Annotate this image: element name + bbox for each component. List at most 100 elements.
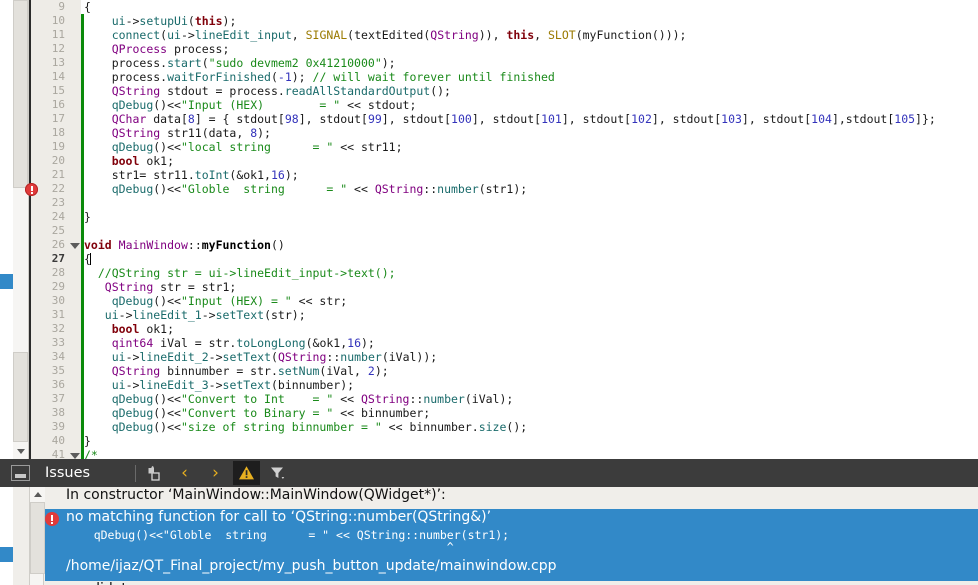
code-token: str = str1; [153,280,237,294]
code-token: (); [430,84,451,98]
code-line[interactable]: QProcess process; [84,42,230,56]
code-token: ]}; [915,112,936,126]
issue-row[interactable]: candidates are: [45,581,978,585]
code-line[interactable]: void MainWindow::myFunction() [84,238,285,252]
copy-issue-button[interactable] [140,461,167,485]
code-token: void [84,238,112,252]
code-line[interactable]: qint64 iVal = str.toLongLong(&ok1,16); [84,336,375,350]
code-line[interactable]: str1= str11.toInt(&ok1,16); [84,168,299,182]
code-line[interactable]: { [84,0,91,14]
code-line[interactable]: ui->lineEdit_3->setText(binnumber); [84,378,354,392]
code-text-area[interactable]: { ui->setupUi(this); connect(ui->lineEdi… [84,0,978,459]
code-line[interactable]: //QString str = ui->lineEdit_input->text… [84,266,396,280]
line-number: 36 [51,378,65,391]
code-token: qDebug [111,420,154,434]
code-line[interactable]: qDebug()<<"Globle string = " << QString:… [84,182,527,196]
line-number-gutter[interactable]: 9 10 11 12 13 14 15 16 17 18 19 20 21 22 23 24 25 26 27 28 2… [31,0,68,459]
issues-vertical-scrollbar[interactable] [29,487,45,585]
code-token: << [333,392,361,406]
filter-button[interactable] [264,461,291,485]
code-line[interactable]: qDebug()<<"size of string binnumber = " … [84,420,527,434]
code-token: ()<< [153,420,181,434]
code-editor[interactable]: 9 10 11 12 13 14 15 16 17 18 19 20 21 22 23 24 25 26 27 28 2… [0,0,978,459]
code-line[interactable]: ui->lineEdit_1->setText(str); [84,308,306,322]
code-line[interactable]: QString str = str1; [84,280,237,294]
code-line[interactable]: } [84,210,91,224]
code-token: ui [104,308,119,322]
issue-file-path[interactable]: /home/ijaz/QT_Final_project/my_push_butt… [66,558,978,574]
code-line[interactable]: ui->lineEdit_2->setText(QString::number(… [84,350,438,364]
code-line[interactable]: qDebug()<<"Convert to Binary = " << binn… [84,406,431,420]
code-line[interactable]: qDebug()<<"Convert to Int = " << QString… [84,392,514,406]
annotation-marker[interactable] [0,274,13,289]
code-token: :: [423,182,438,196]
line-number: 10 [51,14,65,27]
code-token: ); [374,364,389,378]
issues-annotation-strip[interactable] [0,487,13,585]
code-token: ], stdout[ [561,112,632,126]
code-line[interactable]: bool ok1; [84,322,174,336]
code-token: , [534,28,548,42]
issues-scroll-up-button[interactable] [30,487,45,502]
line-number: 24 [51,210,65,223]
editor-vertical-scrollbar[interactable] [13,0,29,459]
code-token: iVal = str. [153,336,237,350]
code-line[interactable]: qDebug()<<"local string = " << str11; [84,140,403,154]
code-token: (iVal); [464,392,514,406]
error-marker-icon[interactable] [25,183,38,196]
code-line[interactable]: } [84,434,91,448]
code-line[interactable]: qDebug()<<"Input (HEX) = " << str; [84,294,347,308]
code-token: ); [291,70,313,84]
code-token: lineEdit_3 [139,378,209,392]
code-line[interactable]: process.start("sudo devmem2 0x41210000")… [84,56,396,70]
code-line[interactable]: { [84,252,91,266]
issue-row[interactable]: no matching function for call to ‘QStrin… [45,509,978,581]
issue-row[interactable]: In constructor ‘MainWindow::MainWindow(Q… [45,487,978,503]
code-line[interactable]: QString binnumber = str.setNum(iVal, 2); [84,364,389,378]
issues-panel-header: Issues ‹ › [0,459,978,487]
code-token: lineEdit_input [194,28,292,42]
code-line[interactable]: process.waitForFinished(-1); // will wai… [84,70,555,84]
annotation-marker[interactable] [0,547,13,562]
line-number: 17 [51,112,65,125]
code-line[interactable]: QString stdout = process.readAllStandard… [84,84,451,98]
code-token: ],stdout[ [831,112,895,126]
code-line[interactable]: /* [84,448,98,459]
editor-annotation-strip[interactable] [0,0,13,459]
editor-scrollbar-thumb[interactable] [13,0,28,188]
code-line[interactable]: qDebug()<<"Input (HEX) = " << stdout; [84,98,417,112]
line-number: 37 [51,392,65,405]
toggle-warnings-button[interactable] [233,461,261,485]
code-line[interactable]: QString str11(data, 8); [84,126,271,140]
code-token: -> [118,308,133,322]
previous-issue-button[interactable]: ‹ [171,461,198,485]
next-issue-button[interactable]: › [202,461,229,485]
fold-toggle-icon[interactable] [70,243,80,249]
issues-list[interactable]: In constructor ‘MainWindow::MainWindow(Q… [45,487,978,585]
code-token: QString [104,280,154,294]
code-token: -> [125,378,140,392]
panel-collapse-icon[interactable] [11,465,30,481]
code-token: (&ok1, [229,168,271,182]
issue-caret-pointer: ^ [66,540,454,554]
code-line[interactable]: connect(ui->lineEdit_input, SIGNAL(textE… [84,28,687,42]
code-line[interactable]: QChar data[8] = { stdout[98], stdout[99]… [84,112,936,126]
editor-scroll-down-button[interactable] [13,444,28,459]
editor-scrollbar-track-lower[interactable] [13,352,28,442]
code-token: QString [277,350,327,364]
line-number: 38 [51,406,65,419]
code-line[interactable]: bool ok1; [84,154,174,168]
code-token: ()<< [153,406,181,420]
line-number: 11 [51,28,65,41]
issues-scrollbar-thumb[interactable] [30,502,45,574]
code-token: "Input (HEX) = " [180,98,341,112]
fold-column[interactable] [68,0,81,459]
code-line[interactable]: ui->setupUi(this); [84,14,237,28]
code-token: ( [270,70,278,84]
issues-panel[interactable]: Issues ‹ › In constructor ‘MainWindow::M… [0,459,978,585]
